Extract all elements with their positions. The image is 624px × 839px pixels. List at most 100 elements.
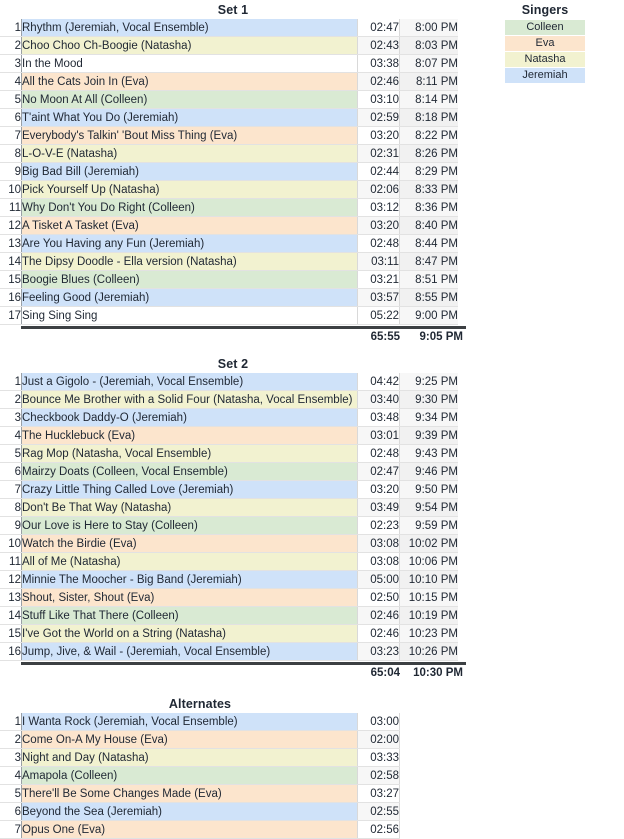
table-row[interactable]: 4 The Hucklebuck (Eva) 03:01 9:39 PM: [0, 426, 458, 445]
song-title[interactable]: I Wanta Rock (Jeremiah, Vocal Ensemble): [21, 713, 358, 731]
legend-item-jeremiah[interactable]: Jeremiah: [505, 68, 585, 84]
song-title[interactable]: Beyond the Sea (Jeremiah): [21, 802, 358, 821]
totals-row: 65:55 9:05 PM: [0, 329, 469, 346]
song-title[interactable]: The Hucklebuck (Eva): [21, 426, 358, 445]
table-row[interactable]: 6 Mairzy Doats (Colleen, Vocal Ensemble) 0…: [0, 462, 458, 481]
table-row[interactable]: 4 All the Cats Join In (Eva) 02:46 8:11 PM: [0, 72, 458, 91]
song-start-time: 9:59 PM: [399, 516, 458, 535]
song-title[interactable]: Mairzy Doats (Colleen, Vocal Ensemble): [21, 462, 358, 481]
song-title[interactable]: L-O-V-E (Natasha): [21, 144, 358, 163]
song-title[interactable]: Are You Having any Fun (Jeremiah): [21, 234, 358, 253]
song-title[interactable]: Amapola (Colleen): [21, 766, 358, 785]
song-title[interactable]: Choo Choo Ch-Boogie (Natasha): [21, 36, 358, 55]
song-title[interactable]: Opus One (Eva): [21, 820, 358, 839]
table-row[interactable]: 6 Beyond the Sea (Jeremiah) 02:55: [0, 802, 400, 821]
song-title[interactable]: There'll Be Some Changes Made (Eva): [21, 784, 358, 803]
table-row[interactable]: 3 Night and Day (Natasha) 03:33: [0, 748, 400, 767]
song-title[interactable]: Come On-A My House (Eva): [21, 730, 358, 749]
table-row[interactable]: 11 All of Me (Natasha) 03:08 10:06 PM: [0, 552, 458, 571]
table-row[interactable]: 12 A Tisket A Tasket (Eva) 03:20 8:40 PM: [0, 216, 458, 235]
song-title[interactable]: Crazy Little Thing Called Love (Jeremiah…: [21, 480, 358, 499]
song-title[interactable]: T'aint What You Do (Jeremiah): [21, 108, 358, 127]
song-title[interactable]: Our Love is Here to Stay (Colleen): [21, 516, 358, 535]
legend-item-natasha[interactable]: Natasha: [505, 52, 585, 68]
song-title[interactable]: In the Mood: [21, 54, 358, 73]
song-start-time: 8:26 PM: [399, 144, 458, 163]
table-row[interactable]: 17 Sing Sing Sing 05:22 9:00 PM: [0, 306, 458, 325]
song-duration: 02:50: [357, 588, 400, 607]
song-title[interactable]: Rhythm (Jeremiah, Vocal Ensemble): [21, 19, 358, 37]
song-start-time: 10:06 PM: [399, 552, 458, 571]
table-row[interactable]: 9 Our Love is Here to Stay (Colleen) 02:23…: [0, 516, 458, 535]
song-duration: 05:22: [357, 306, 400, 325]
table-row[interactable]: 7 Crazy Little Thing Called Love (Jeremia…: [0, 480, 458, 499]
table-row[interactable]: 8 Don't Be That Way (Natasha) 03:49 9:54 PM: [0, 498, 458, 517]
table-row[interactable]: 11 Why Don't You Do Right (Colleen) 03:12 8…: [0, 198, 458, 217]
song-title[interactable]: Jump, Jive, & Wail - (Jeremiah, Vocal En…: [21, 642, 358, 661]
table-row[interactable]: 9 Big Bad Bill (Jeremiah) 02:44 8:29 PM: [0, 162, 458, 181]
song-title[interactable]: Stuff Like That There (Colleen): [21, 606, 358, 625]
table-row[interactable]: 5 Rag Mop (Natasha, Vocal Ensemble) 02:48 9…: [0, 444, 458, 463]
song-duration: 02:56: [357, 820, 400, 839]
table-row[interactable]: 4 Amapola (Colleen) 02:58: [0, 766, 400, 785]
section-set-2: Set 2 1 Just a Gigolo - (Jeremiah, Vocal E…: [0, 357, 469, 682]
table-row[interactable]: 13 Are You Having any Fun (Jeremiah) 02:48…: [0, 234, 458, 253]
table-row[interactable]: 8 L-O-V-E (Natasha) 02:31 8:26 PM: [0, 144, 458, 163]
song-title[interactable]: Pick Yourself Up (Natasha): [21, 180, 358, 199]
table-row[interactable]: 3 Checkbook Daddy-O (Jeremiah) 03:48 9:34 P…: [0, 408, 458, 427]
song-title[interactable]: Everybody's Talkin' 'Bout Miss Thing (Ev…: [21, 126, 358, 145]
song-title[interactable]: Watch the Birdie (Eva): [21, 534, 358, 553]
song-title[interactable]: Rag Mop (Natasha, Vocal Ensemble): [21, 444, 358, 463]
song-title[interactable]: A Tisket A Tasket (Eva): [21, 216, 358, 235]
song-title[interactable]: Boogie Blues (Colleen): [21, 270, 358, 289]
table-row[interactable]: 13 Shout, Sister, Shout (Eva) 02:50 10:15 P…: [0, 588, 458, 607]
table-row[interactable]: 7 Everybody's Talkin' 'Bout Miss Thing (E…: [0, 126, 458, 145]
song-title[interactable]: All the Cats Join In (Eva): [21, 72, 358, 91]
row-number: 14: [0, 252, 22, 271]
song-title[interactable]: Why Don't You Do Right (Colleen): [21, 198, 358, 217]
table-row[interactable]: 1I Wanta Rock (Jeremiah, Vocal Ensemble)…: [0, 713, 400, 731]
song-title[interactable]: Bounce Me Brother with a Solid Four (Nat…: [21, 390, 358, 409]
song-title[interactable]: Feeling Good (Jeremiah): [21, 288, 358, 307]
song-title[interactable]: I've Got the World on a String (Natasha): [21, 624, 358, 643]
song-duration: 03:49: [357, 498, 400, 517]
table-row[interactable]: 10 Watch the Birdie (Eva) 03:08 10:02 PM: [0, 534, 458, 553]
table-row[interactable]: 2 Bounce Me Brother with a Solid Four (Na…: [0, 390, 458, 409]
song-title[interactable]: Sing Sing Sing: [21, 306, 358, 325]
table-row[interactable]: 15 I've Got the World on a String (Natash…: [0, 624, 458, 643]
song-title[interactable]: Checkbook Daddy-O (Jeremiah): [21, 408, 358, 427]
totals-spacer: [0, 665, 359, 682]
table-row[interactable]: 15 Boogie Blues (Colleen) 03:21 8:51 PM: [0, 270, 458, 289]
song-title[interactable]: Shout, Sister, Shout (Eva): [21, 588, 358, 607]
table-row[interactable]: 3 In the Mood 03:38 8:07 PM: [0, 54, 458, 73]
table-row[interactable]: 1 Just a Gigolo - (Jeremiah, Vocal Ensemb…: [0, 373, 458, 391]
table-row[interactable]: 10 Pick Yourself Up (Natasha) 02:06 8:33 PM: [0, 180, 458, 199]
song-title[interactable]: Don't Be That Way (Natasha): [21, 498, 358, 517]
song-title[interactable]: Night and Day (Natasha): [21, 748, 358, 767]
legend-item-colleen[interactable]: Colleen: [505, 20, 585, 36]
table-row[interactable]: 14 The Dipsy Doodle - Ella version (Natas…: [0, 252, 458, 271]
table-row[interactable]: 2 Choo Choo Ch-Boogie (Natasha) 02:43 8:03 …: [0, 36, 458, 55]
song-title[interactable]: No Moon At All (Colleen): [21, 90, 358, 109]
table-row[interactable]: 6 T'aint What You Do (Jeremiah) 02:59 8:18 …: [0, 108, 458, 127]
song-title[interactable]: Big Bad Bill (Jeremiah): [21, 162, 358, 181]
song-start-time: 9:54 PM: [399, 498, 458, 517]
table-row[interactable]: 16 Feeling Good (Jeremiah) 03:57 8:55 PM: [0, 288, 458, 307]
legend-item-eva[interactable]: Eva: [505, 36, 585, 52]
row-number: 4: [0, 766, 22, 785]
song-title[interactable]: All of Me (Natasha): [21, 552, 358, 571]
table-row[interactable]: 7 Opus One (Eva) 02:56: [0, 820, 400, 839]
table-row[interactable]: 14 Stuff Like That There (Colleen) 02:46 10…: [0, 606, 458, 625]
table-row[interactable]: 1 Rhythm (Jeremiah, Vocal Ensemble) 02:47 8…: [0, 19, 458, 37]
song-title[interactable]: Minnie The Moocher - Big Band (Jeremiah): [21, 570, 358, 589]
song-duration: 02:55: [357, 802, 400, 821]
table-row[interactable]: 12 Minnie The Moocher - Big Band (Jeremia…: [0, 570, 458, 589]
table-row[interactable]: 5 There'll Be Some Changes Made (Eva) 03:2…: [0, 784, 400, 803]
row-number: 9: [0, 162, 22, 181]
song-start-time: 8:51 PM: [399, 270, 458, 289]
table-row[interactable]: 2 Come On-A My House (Eva) 02:00: [0, 730, 400, 749]
song-title[interactable]: Just a Gigolo - (Jeremiah, Vocal Ensembl…: [21, 373, 358, 391]
song-title[interactable]: The Dipsy Doodle - Ella version (Natasha…: [21, 252, 358, 271]
table-row[interactable]: 16 Jump, Jive, & Wail - (Jeremiah, Vocal …: [0, 642, 458, 661]
table-row[interactable]: 5 No Moon At All (Colleen) 03:10 8:14 PM: [0, 90, 458, 109]
